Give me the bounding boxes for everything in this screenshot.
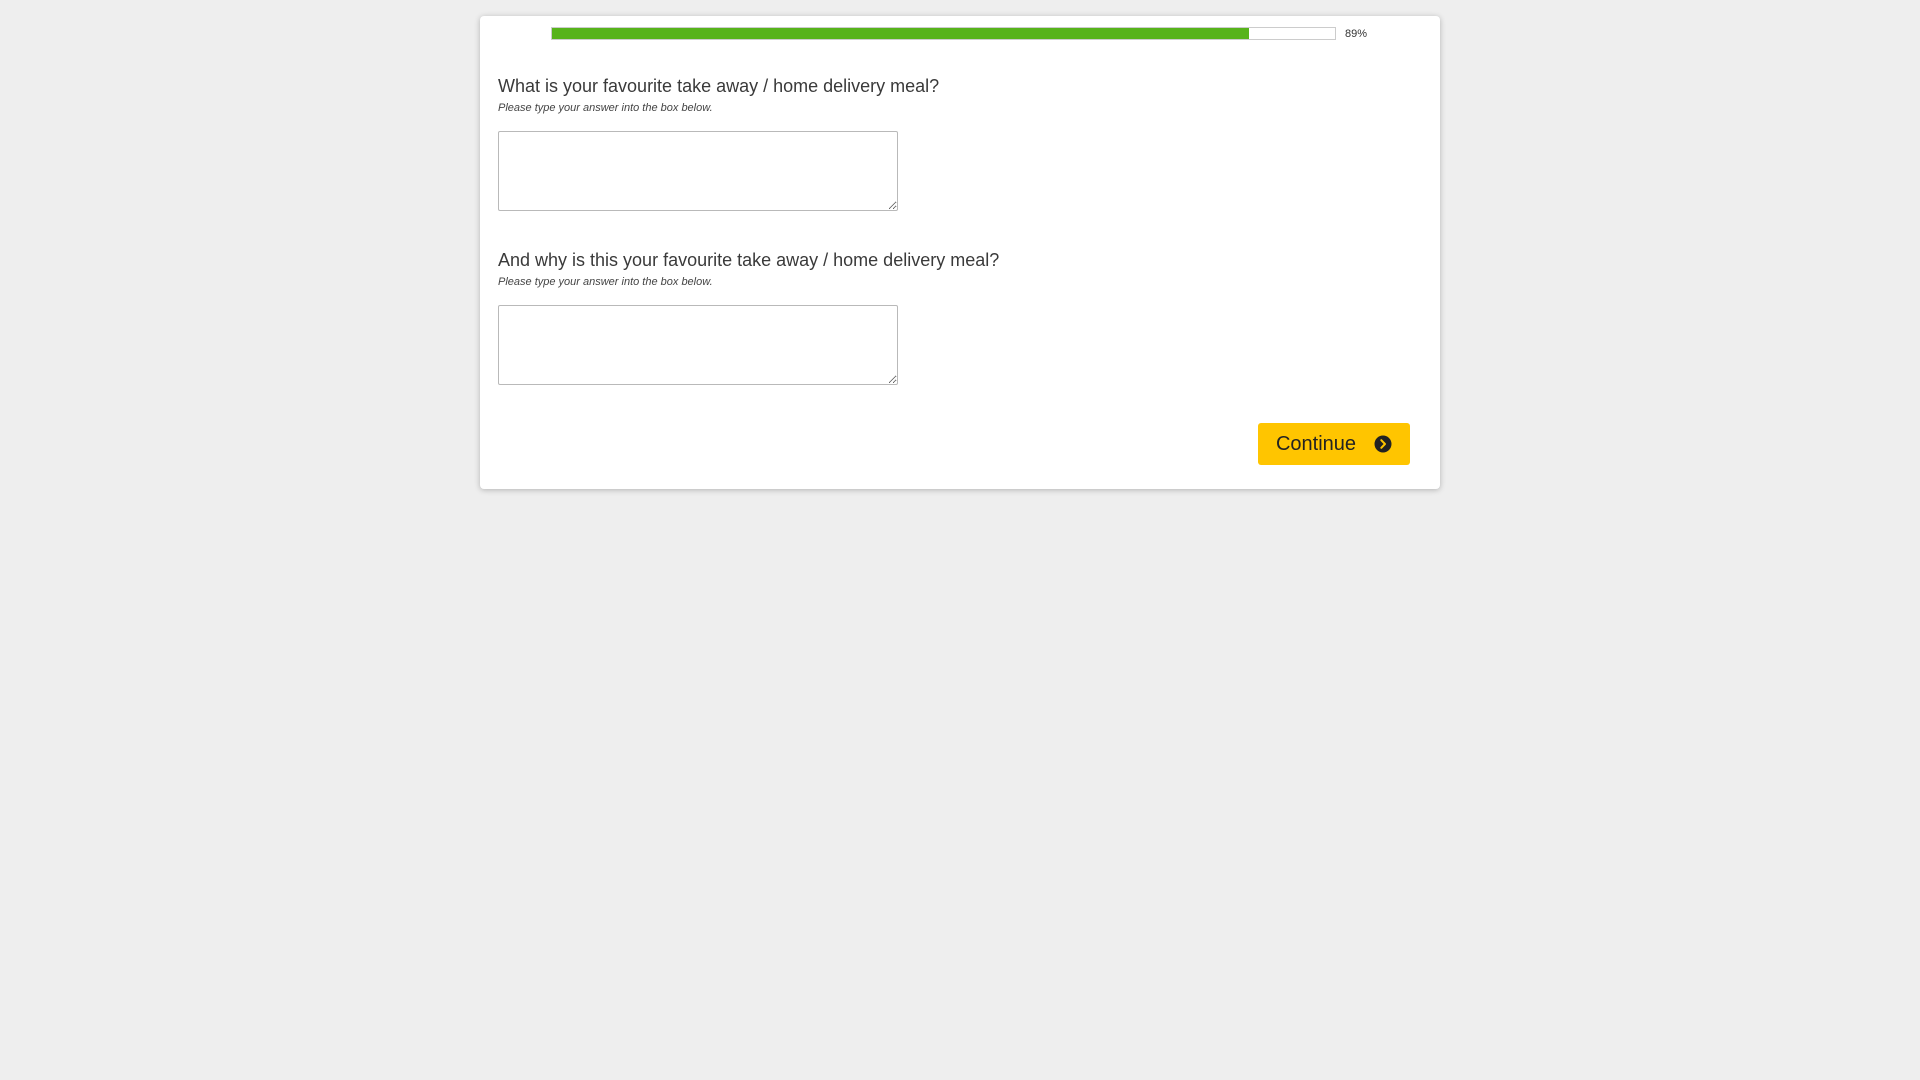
favourite-meal-answer-input[interactable] [498, 131, 898, 211]
progress-bar: 89% [551, 27, 1381, 51]
question-hint: Please type your answer into the box bel… [498, 102, 713, 114]
survey-card: 89% What is your favourite take away / h… [480, 16, 1440, 489]
question-title: And why is this your favourite take away… [498, 250, 1000, 270]
progress-fill [552, 28, 1249, 39]
chevron-right-circle-icon [1374, 435, 1392, 453]
continue-button[interactable]: Continue [1258, 423, 1410, 465]
question-hint: Please type your answer into the box bel… [498, 276, 713, 288]
why-favourite-answer-input[interactable] [498, 305, 898, 385]
continue-button-label: Continue [1275, 432, 1357, 455]
question-title: What is your favourite take away / home … [498, 76, 940, 96]
question-why-favourite: And why is this your favourite take away… [498, 249, 999, 385]
progress-percent-label: 89% [1345, 28, 1368, 40]
progress-track [551, 27, 1336, 40]
question-favourite-meal: What is your favourite take away / home … [498, 75, 939, 211]
